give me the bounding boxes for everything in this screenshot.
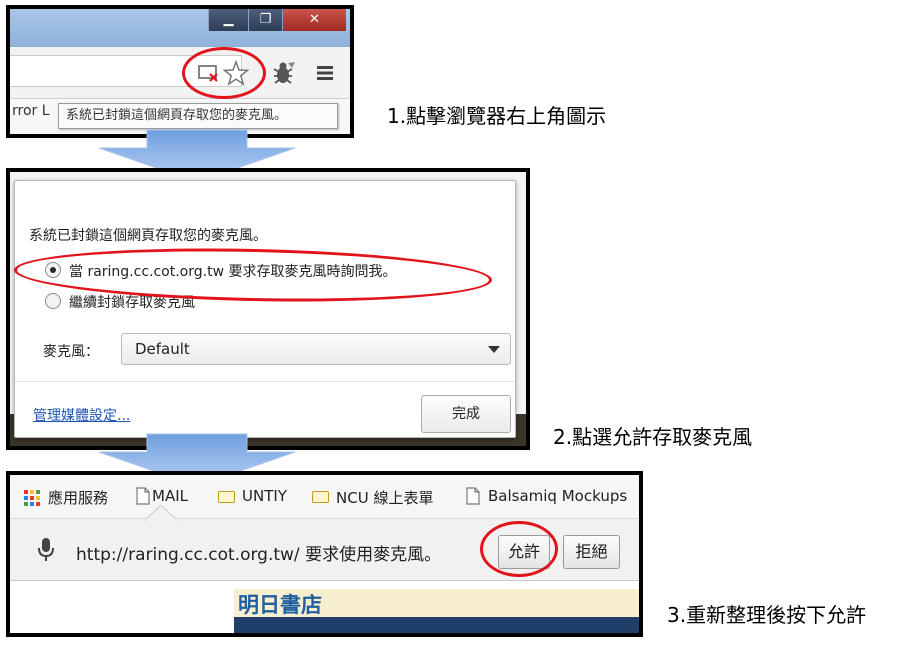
microphone-label: 麥克風： xyxy=(43,344,99,360)
bookmark-apps[interactable]: 應用服務 xyxy=(48,487,108,508)
blocked-microphone-tooltip: 系統已封鎖這個網頁存取您的麥克風。 xyxy=(58,103,338,129)
browser-toolbar-screenshot: ▁ ❐ ✕ rror L 系統已封鎖這個網頁存取您的麥克風。 xyxy=(6,5,354,138)
divider xyxy=(15,381,515,382)
bookstore-title: 明日書店 xyxy=(238,593,322,617)
step3-instruction: 3.重新整理後按下允許 xyxy=(667,603,867,627)
page-icon xyxy=(136,487,150,505)
infobar-message: http://raring.cc.cot.org.tw/ 要求使用麥克風。 xyxy=(76,545,442,565)
close-window-button[interactable]: ✕ xyxy=(282,9,346,31)
infobar-screenshot: 應用服務 MAIL UNTIY NCU 線上表單 Balsamiq Mockup… xyxy=(6,471,643,637)
maximize-button[interactable]: ❐ xyxy=(248,9,282,31)
bookmark-balsamiq[interactable]: Balsamiq Mockups xyxy=(488,487,627,505)
done-button[interactable]: 完成 xyxy=(421,395,511,433)
manage-media-settings-link[interactable]: 管理媒體設定... xyxy=(33,405,130,425)
bookmark-untiy[interactable]: UNTIY xyxy=(242,487,287,505)
menu-icon[interactable] xyxy=(316,65,334,81)
highlight-ring xyxy=(480,521,558,577)
permission-bubble: 系統已封鎖這個網頁存取您的麥克風。 當 raring.cc.cot.org.tw… xyxy=(14,180,516,438)
microphone-icon xyxy=(38,537,54,563)
highlight-ring xyxy=(182,47,266,99)
step1-instruction: 1.點擊瀏覽器右上角圖示 xyxy=(387,104,607,128)
bug-extension-icon[interactable] xyxy=(270,60,298,86)
bookmark-ncu[interactable]: NCU 線上表單 xyxy=(336,487,433,508)
bookmark-fragment[interactable]: rror L xyxy=(12,103,50,119)
page-icon xyxy=(466,487,480,505)
maximize-icon: ❐ xyxy=(259,12,272,27)
apps-grid-icon[interactable] xyxy=(24,490,40,506)
radio-block[interactable] xyxy=(45,293,61,309)
bookstore-banner xyxy=(234,617,639,633)
microphone-permission-dialog-screenshot: 系統已封鎖這個網頁存取您的麥克風。 當 raring.cc.cot.org.tw… xyxy=(6,168,530,450)
deny-button[interactable]: 拒絕 xyxy=(563,535,620,569)
folder-icon xyxy=(218,491,235,503)
bookmark-mail[interactable]: MAIL xyxy=(152,487,188,505)
minimize-icon: ▁ xyxy=(223,12,234,27)
microphone-select[interactable]: Default xyxy=(121,333,511,365)
folder-icon xyxy=(312,491,329,503)
minimize-button[interactable]: ▁ xyxy=(208,9,248,31)
microphone-select-value: Default xyxy=(135,340,190,358)
infobar-pointer xyxy=(144,505,178,521)
close-icon: ✕ xyxy=(309,12,320,27)
chevron-down-icon xyxy=(488,346,500,353)
step2-instruction: 2.點選允許存取麥克風 xyxy=(553,425,753,449)
bubble-header: 系統已封鎖這個網頁存取您的麥克風。 xyxy=(29,228,267,244)
